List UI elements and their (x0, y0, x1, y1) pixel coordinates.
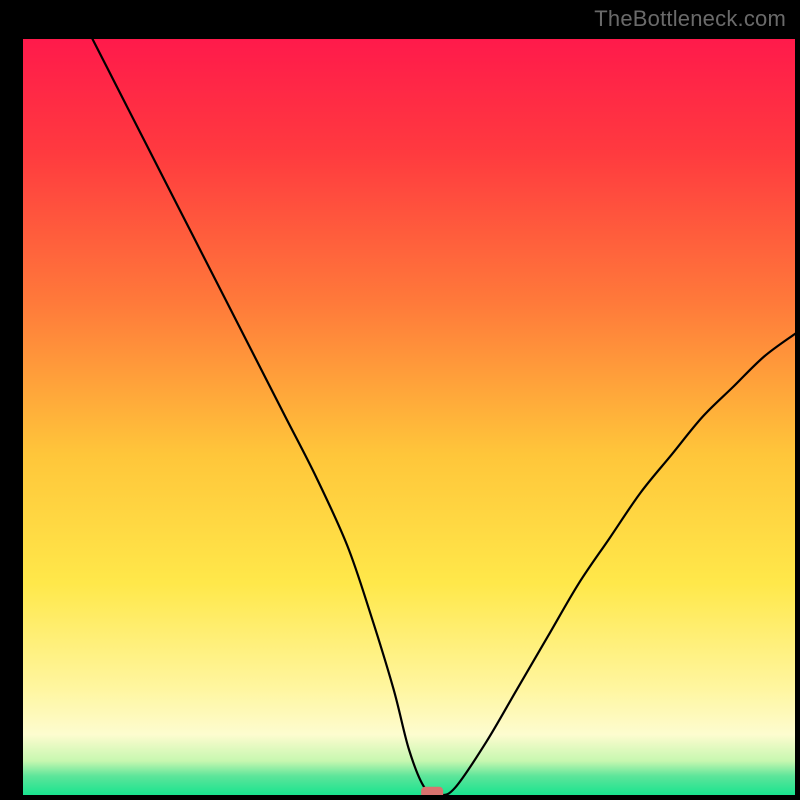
chart-frame (9, 9, 791, 791)
chart-background (23, 39, 795, 795)
watermark-text: TheBottleneck.com (594, 6, 786, 32)
chart-plot (23, 39, 795, 795)
target-marker (421, 787, 443, 795)
